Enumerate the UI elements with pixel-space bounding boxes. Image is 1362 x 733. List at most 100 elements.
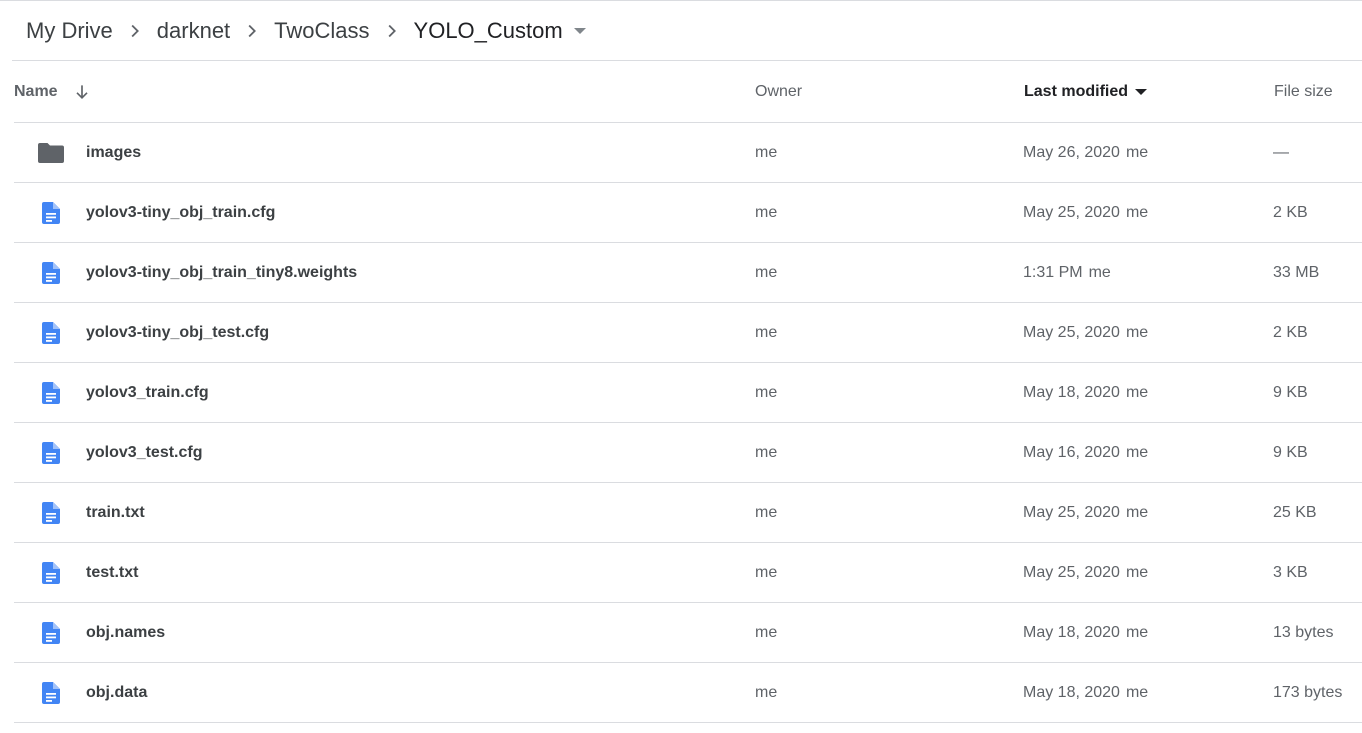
table-row[interactable]: yolov3_train.cfg me May 18, 2020 me 9 KB (14, 363, 1362, 423)
file-name: test.txt (86, 563, 139, 581)
file-name: yolov3-tiny_obj_test.cfg (86, 323, 270, 341)
modified-date: May 26, 2020 (1023, 143, 1120, 161)
column-header-name[interactable]: Name (14, 62, 92, 122)
modified-by: me (1125, 383, 1149, 401)
modified-date: May 18, 2020 (1023, 683, 1120, 701)
folder-icon (38, 123, 64, 182)
breadcrumb-twoclass[interactable]: TwoClass (274, 17, 369, 45)
doc-file-icon (38, 303, 64, 362)
modified-date: May 25, 2020 (1023, 203, 1120, 221)
modified-by: me (1088, 263, 1111, 281)
file-size: 3 KB (1273, 563, 1308, 581)
doc-file-icon (38, 183, 64, 242)
drive-page: My Drive darknet TwoClass YOLO_Custom Na… (0, 0, 1362, 733)
doc-file-icon (38, 543, 64, 602)
table-row[interactable]: obj.data me May 18, 2020 me 173 bytes (14, 663, 1362, 723)
file-last-modified: May 16, 2020 me (1023, 423, 1148, 482)
modified-date: May 16, 2020 (1023, 443, 1120, 461)
file-rows: images me May 26, 2020 me — yolov3-tiny_… (14, 123, 1362, 723)
breadcrumb-current-folder[interactable]: YOLO_Custom (414, 17, 563, 45)
file-list-header: Name Owner Last modified File size (14, 62, 1362, 123)
file-size: 13 bytes (1273, 623, 1334, 641)
modified-by: me (1125, 443, 1149, 461)
file-last-modified: May 18, 2020 me (1023, 363, 1148, 422)
modified-date: May 25, 2020 (1023, 323, 1120, 341)
doc-file-icon (38, 423, 64, 482)
breadcrumb-darknet[interactable]: darknet (157, 17, 230, 45)
column-header-last-modified-label: Last modified (1024, 83, 1129, 100)
table-row[interactable]: yolov3-tiny_obj_test.cfg me May 25, 2020… (14, 303, 1362, 363)
doc-file-icon (38, 363, 64, 422)
file-name: train.txt (86, 503, 145, 521)
table-row[interactable]: yolov3-tiny_obj_train.cfg me May 25, 202… (14, 183, 1362, 243)
file-last-modified: 1:31 PM me (1023, 243, 1111, 302)
caret-down-icon[interactable] (563, 17, 597, 45)
file-owner: me (755, 503, 778, 521)
file-last-modified: May 25, 2020 me (1023, 303, 1148, 362)
table-row[interactable]: train.txt me May 25, 2020 me 25 KB (14, 483, 1362, 543)
file-last-modified: May 25, 2020 me (1023, 483, 1148, 542)
file-name: yolov3-tiny_obj_train_tiny8.weights (86, 263, 358, 281)
modified-date: May 18, 2020 (1023, 383, 1120, 401)
file-size: 2 KB (1273, 203, 1308, 221)
modified-by: me (1125, 143, 1149, 161)
file-owner: me (755, 443, 778, 461)
arrow-down-icon[interactable] (72, 82, 92, 102)
modified-date: May 25, 2020 (1023, 503, 1120, 521)
modified-by: me (1125, 623, 1149, 641)
file-owner: me (755, 623, 778, 641)
file-owner: me (755, 323, 778, 341)
file-last-modified: May 26, 2020 me (1023, 123, 1148, 182)
modified-by: me (1125, 683, 1149, 701)
chevron-right-icon (113, 17, 157, 45)
table-row[interactable]: yolov3_test.cfg me May 16, 2020 me 9 KB (14, 423, 1362, 483)
table-row[interactable]: obj.names me May 18, 2020 me 13 bytes (14, 603, 1362, 663)
doc-file-icon (38, 483, 64, 542)
table-row[interactable]: test.txt me May 25, 2020 me 3 KB (14, 543, 1362, 603)
file-name: obj.data (86, 683, 148, 701)
doc-file-icon (38, 603, 64, 662)
file-name: obj.names (86, 623, 166, 641)
column-header-name-label: Name (14, 83, 58, 100)
file-owner: me (755, 383, 778, 401)
table-row[interactable]: images me May 26, 2020 me — (14, 123, 1362, 183)
file-name: yolov3_train.cfg (86, 383, 209, 401)
table-row[interactable]: yolov3-tiny_obj_train_tiny8.weights me 1… (14, 243, 1362, 303)
file-owner: me (755, 683, 778, 701)
file-size: 173 bytes (1273, 683, 1343, 701)
file-name: yolov3-tiny_obj_train.cfg (86, 203, 276, 221)
file-size: 33 MB (1273, 263, 1320, 281)
chevron-right-icon (230, 17, 274, 45)
doc-file-icon (38, 243, 64, 302)
caret-down-icon[interactable] (1134, 85, 1148, 99)
modified-by: me (1125, 323, 1149, 341)
file-size: 9 KB (1273, 383, 1308, 401)
doc-file-icon (38, 663, 64, 722)
modified-by: me (1125, 563, 1149, 581)
file-list: Name Owner Last modified File size image… (14, 62, 1362, 723)
file-size: 2 KB (1273, 323, 1308, 341)
column-header-file-size[interactable]: File size (1274, 62, 1333, 122)
modified-date: May 18, 2020 (1023, 623, 1120, 641)
file-size: 25 KB (1273, 503, 1317, 521)
chevron-right-icon (370, 17, 414, 45)
file-owner: me (755, 563, 778, 581)
file-last-modified: May 25, 2020 me (1023, 543, 1148, 602)
file-last-modified: May 18, 2020 me (1023, 603, 1148, 662)
file-name: yolov3_test.cfg (86, 443, 203, 461)
modified-by: me (1125, 203, 1149, 221)
breadcrumb: My Drive darknet TwoClass YOLO_Custom (12, 1, 1362, 61)
file-size: — (1273, 143, 1289, 161)
file-last-modified: May 25, 2020 me (1023, 183, 1148, 242)
file-last-modified: May 18, 2020 me (1023, 663, 1148, 722)
modified-by: me (1125, 503, 1149, 521)
file-name: images (86, 143, 142, 161)
modified-date: 1:31 PM (1023, 263, 1083, 281)
file-owner: me (755, 203, 778, 221)
file-owner: me (755, 143, 778, 161)
column-header-last-modified[interactable]: Last modified (1024, 62, 1148, 122)
column-header-owner[interactable]: Owner (755, 62, 802, 122)
breadcrumb-my-drive[interactable]: My Drive (26, 17, 113, 45)
modified-date: May 25, 2020 (1023, 563, 1120, 581)
file-owner: me (755, 263, 778, 281)
